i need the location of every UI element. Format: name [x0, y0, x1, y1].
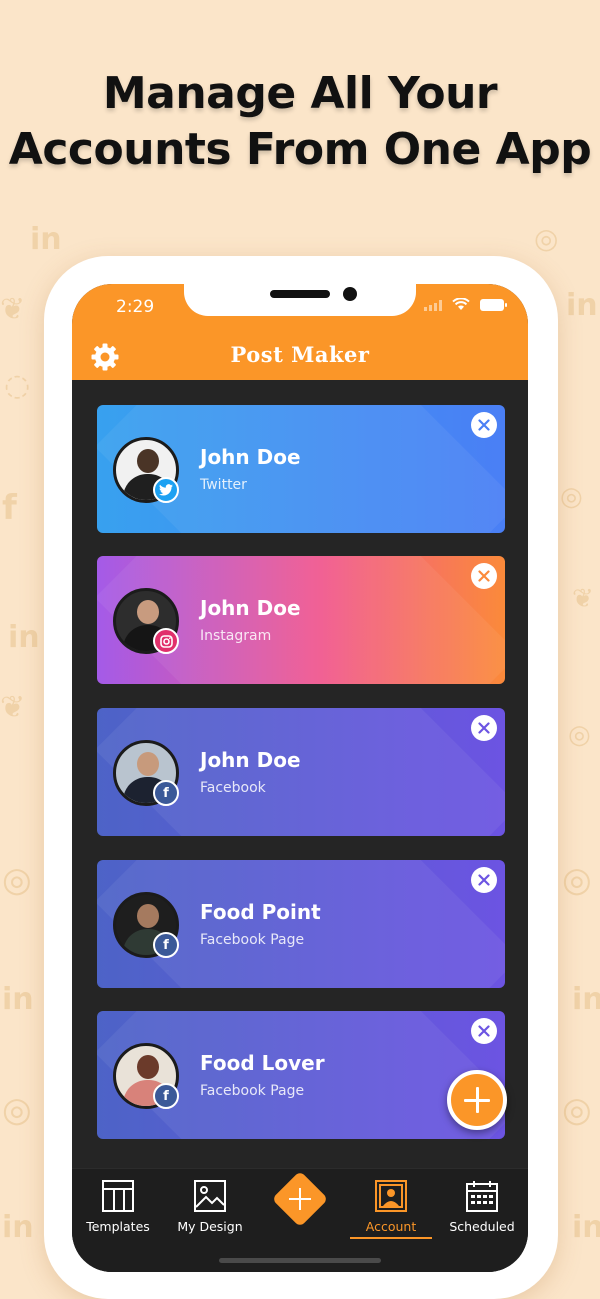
nav-label: Account — [365, 1219, 417, 1234]
linkedin-bg-icon: in — [572, 982, 600, 1017]
status-time: 2:29 — [116, 297, 155, 317]
instagram-icon — [153, 628, 179, 654]
close-icon — [478, 570, 490, 582]
app-header: 2:29 Post Maker — [72, 284, 528, 380]
linkedin-bg-icon: in — [2, 1210, 34, 1245]
account-name: John Doe — [200, 445, 301, 469]
nav-account[interactable]: Account — [349, 1179, 433, 1239]
account-name: Food Point — [200, 900, 321, 924]
linkedin-bg-icon: in — [2, 982, 34, 1017]
instagram-bg-icon: ◎ — [562, 860, 592, 900]
app-screen: 2:29 Post Maker John Doe Twitter John Do… — [72, 284, 528, 1272]
nav-label: Templates — [86, 1219, 150, 1234]
account-icon — [375, 1180, 407, 1212]
calendar-icon — [466, 1181, 498, 1212]
headline-line-1: Manage All Your — [102, 68, 498, 119]
facebook-icon: f — [153, 1083, 179, 1109]
instagram-bg-icon: ◎ — [562, 1090, 592, 1130]
account-platform: Twitter — [200, 477, 247, 493]
instagram-bg-icon: ◎ — [534, 222, 559, 255]
twitter-bg-icon: ❦ — [0, 690, 26, 725]
templates-icon — [102, 1180, 134, 1212]
nav-label: My Design — [177, 1219, 243, 1234]
create-post-button[interactable] — [271, 1170, 329, 1228]
front-camera — [343, 287, 357, 301]
account-card[interactable]: f Food Point Facebook Page — [97, 860, 505, 988]
app-title: Post Maker — [230, 342, 370, 367]
linkedin-bg-icon: in — [566, 288, 598, 323]
linkedin-bg-icon: in — [572, 1210, 600, 1245]
close-icon — [478, 722, 490, 734]
wifi-icon — [452, 298, 470, 310]
linkedin-bg-icon: in — [30, 222, 62, 257]
instagram-bg-icon: ◎ — [2, 860, 32, 900]
account-card[interactable]: f John Doe Facebook — [97, 708, 505, 836]
twitter-bg-icon: ❦ — [0, 292, 26, 327]
whatsapp-bg-icon: ◌ — [4, 368, 31, 403]
instagram-bg-icon: ◎ — [2, 1090, 32, 1130]
remove-account-button[interactable] — [471, 867, 497, 893]
phone-notch — [184, 284, 416, 316]
close-icon — [478, 419, 490, 431]
instagram-bg-icon: ◎ — [560, 482, 583, 512]
account-platform: Facebook Page — [200, 932, 305, 948]
bottom-navigation: Templates My Design Account Scheduled — [72, 1168, 528, 1272]
headline-line-2: Accounts From One App — [8, 124, 592, 175]
speaker-grille — [270, 290, 330, 298]
facebook-icon: f — [153, 780, 179, 806]
account-platform: Facebook Page — [200, 1083, 305, 1099]
remove-account-button[interactable] — [471, 563, 497, 589]
account-card[interactable]: f Food Lover Facebook Page — [97, 1011, 505, 1139]
add-account-button[interactable] — [447, 1070, 507, 1130]
active-tab-indicator — [350, 1237, 432, 1239]
nav-label: Scheduled — [449, 1219, 515, 1234]
facebook-icon: f — [153, 932, 179, 958]
nav-my-design[interactable]: My Design — [168, 1179, 252, 1234]
image-icon — [194, 1180, 226, 1212]
promo-headline: Manage All Your Accounts From One App — [0, 66, 600, 178]
remove-account-button[interactable] — [471, 1018, 497, 1044]
account-platform: Instagram — [200, 628, 272, 644]
facebook-bg-icon: f — [2, 488, 17, 528]
status-icons — [424, 298, 507, 311]
account-name: John Doe — [200, 748, 301, 772]
close-icon — [478, 1025, 490, 1037]
remove-account-button[interactable] — [471, 715, 497, 741]
signal-icon — [424, 299, 442, 311]
nav-templates[interactable]: Templates — [76, 1179, 160, 1234]
home-indicator — [219, 1258, 381, 1263]
account-card[interactable]: John Doe Instagram — [97, 556, 505, 684]
account-card[interactable]: John Doe Twitter — [97, 405, 505, 533]
linkedin-bg-icon: in — [8, 620, 40, 655]
battery-icon — [480, 298, 507, 311]
instagram-bg-icon: ◎ — [568, 720, 591, 750]
twitter-icon — [153, 477, 179, 503]
close-icon — [478, 874, 490, 886]
account-name: John Doe — [200, 596, 301, 620]
account-name: Food Lover — [200, 1051, 325, 1075]
remove-account-button[interactable] — [471, 412, 497, 438]
twitter-bg-icon: ❦ — [572, 584, 594, 614]
account-platform: Facebook — [200, 780, 266, 796]
nav-scheduled[interactable]: Scheduled — [440, 1179, 524, 1234]
